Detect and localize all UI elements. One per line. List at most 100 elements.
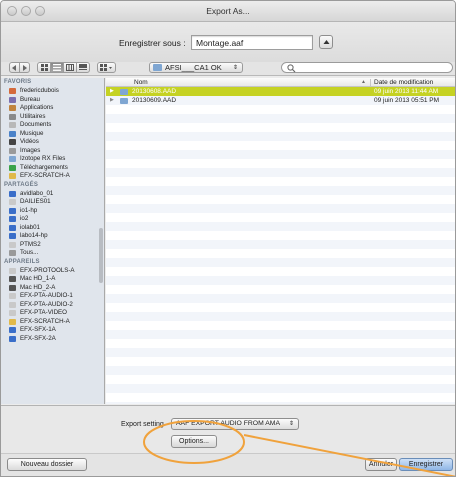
search-field[interactable] [281,62,453,73]
sidebar-item[interactable]: EFX-SFX-1A [1,326,104,335]
sidebar-item[interactable]: EFX-SCRATCH-A [1,318,104,327]
arrange-menu-button[interactable] [97,62,116,73]
expand-dialog-button[interactable] [319,35,333,49]
disk-icon [9,301,16,308]
save-as-row: Enregistrer sous : [1,22,455,62]
columns-icon [66,64,74,71]
sidebar-item-label: Izotope RX Files [20,155,66,162]
sidebar-item[interactable]: Musique [1,130,104,139]
updown-chevron-icon: ⇕ [288,421,294,427]
chevron-up-icon [323,40,330,44]
disk-icon [9,335,16,342]
sidebar-item-label: io1-hp [20,206,38,214]
sidebar-item-label: Applications [20,104,54,111]
window-title: Export As... [206,6,250,16]
location-popup[interactable]: AFSI___CA1 OK ⇕ [149,62,243,73]
sidebar-item-label: EFX-PTA-AUDIO-1 [20,292,73,299]
file-row[interactable]: ▶ 20130609.AAD 09 juin 2013 05:51 PM [106,96,455,105]
sidebar-item-label: Bureau [20,95,40,103]
sidebar-item[interactable]: EFX-PTA-AUDIO-1 [1,292,104,301]
sidebar-item[interactable]: EFX-SFX-2A [1,335,104,344]
sidebar-item-label: iolab01 [20,223,40,231]
sidebar-item-label: Documents [20,121,52,128]
pictures-icon [9,147,16,154]
sidebar-item[interactable]: EFX-SCRATCH-A [1,172,104,181]
sidebar-item[interactable]: DAILIES01 [1,198,104,207]
sidebar-item[interactable]: Izotope RX Files [1,155,104,164]
sidebar-item[interactable]: Mac HD_1-A [1,275,104,284]
sidebar-item-label: avidlabo_01 [20,189,54,197]
sidebar-item[interactable]: Mac HD_2-A [1,284,104,293]
sidebar-scrollbar[interactable] [99,228,103,283]
browser-toolbar: AFSI___CA1 OK ⇕ [1,62,455,76]
new-folder-button[interactable]: Nouveau dossier [7,458,87,471]
sidebar-item-label: Téléchargements [20,163,68,171]
sidebar-item-label: EFX-SFX-1A [20,326,56,333]
sidebar: FAVORIS fredericdubois Bureau Applications U… [1,78,105,404]
disclosure-triangle-icon[interactable]: ▶ [110,96,114,105]
icon-view-button[interactable] [37,62,51,73]
sidebar-item-label: Mac HD_2-A [20,283,56,291]
sidebar-item[interactable]: avidlabo_01 [1,190,104,199]
disk-icon [9,276,16,283]
file-row[interactable]: ▶ 20130608.AAD 09 juin 2013 11:44 AM [106,87,455,96]
sort-arrow-icon: ▲ [361,79,366,85]
forward-arrow-icon [23,64,27,71]
sidebar-item-label: fredericdubois [20,87,59,94]
disk-icon [9,310,16,317]
sidebar-item[interactable]: PTMS2 [1,241,104,250]
sidebar-item[interactable]: EFX-PROTOOLS-A [1,267,104,276]
column-header-name[interactable]: Nom [134,79,148,86]
forward-button[interactable] [19,62,30,73]
filename-input[interactable] [191,35,313,50]
disclosure-triangle-icon[interactable]: ▶ [110,87,114,96]
sidebar-item-label: EFX-SFX-2A [20,334,56,342]
options-button[interactable]: Options... [171,435,217,448]
sidebar-item[interactable]: labo14-hp [1,232,104,241]
file-rows: ▶ 20130608.AAD 09 juin 2013 11:44 AM ▶ 20130… [106,87,455,404]
sidebar-item[interactable]: io1-hp [1,207,104,216]
sidebar-item[interactable]: EFX-PTA-AUDIO-2 [1,301,104,310]
disk-icon [9,327,16,334]
sidebar-item[interactable]: iolab01 [1,224,104,233]
server-icon [9,241,16,248]
save-button[interactable]: Enregistrer [399,458,453,471]
sidebar-item-label: EFX-SCRATCH-A [20,317,70,325]
sidebar-item[interactable]: fredericdubois [1,87,104,96]
sidebar-item[interactable]: io2 [1,215,104,224]
sidebar-section-title: APPAREILS [4,258,40,265]
coverflow-view-button[interactable] [76,62,90,73]
arrange-icon [100,64,112,71]
export-setting-label: Export setting [121,421,164,428]
export-dialog: Export As... Enregistrer sous : Montage.… [0,0,456,477]
export-setting-value: AAF EXPORT AUDIO FROM AMA [176,420,280,427]
disk-icon [9,318,16,325]
movies-icon [9,139,16,146]
file-name: 20130609.AAD [132,97,177,104]
sidebar-item[interactable]: Vidéos [1,138,104,147]
disk-icon [9,284,16,291]
folder-icon [120,98,128,104]
export-options-area: Export setting AAF EXPORT AUDIO FROM AMA… [1,405,455,454]
sidebar-item[interactable]: Utilitaires [1,113,104,122]
sidebar-item[interactable]: Applications [1,104,104,113]
sidebar-item[interactable]: Tous... [1,249,104,258]
sidebar-item[interactable]: Bureau [1,96,104,105]
bottom-bar: Nouveau dossier Annuler Enregistrer [1,454,455,476]
sidebar-item-label: labo14-hp [20,232,48,239]
sidebar-item-label: Tous... [20,249,39,256]
server-icon [9,207,16,214]
sidebar-item[interactable]: EFX-PTA-VIDEO [1,309,104,318]
sidebar-item-label: DAILIES01 [20,198,51,205]
search-icon [287,64,296,73]
export-setting-select[interactable]: AAF EXPORT AUDIO FROM AMA ⇕ [171,418,299,430]
sidebar-item[interactable]: Documents [1,121,104,130]
sidebar-item[interactable]: Images [1,147,104,156]
utilities-icon [9,113,16,120]
file-list: Nom ▲ Date de modification ▶ 20130608.AAD… [106,78,455,404]
cancel-button[interactable]: Annuler [365,458,397,471]
coverflow-icon [79,64,87,70]
sidebar-item[interactable]: Téléchargements [1,164,104,173]
list-view-button[interactable] [50,62,64,73]
column-view-button[interactable] [63,62,77,73]
